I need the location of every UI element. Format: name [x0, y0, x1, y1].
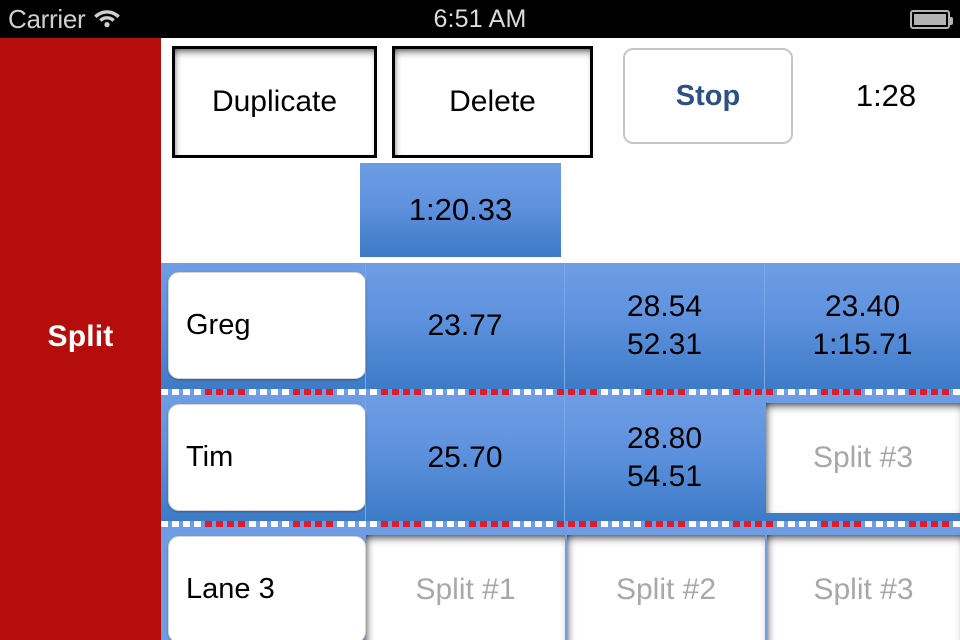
stop-button[interactable]: Stop: [623, 48, 793, 144]
lane-name-cell[interactable]: Tim: [168, 404, 366, 511]
split-cell[interactable]: 23.77: [365, 263, 564, 389]
app-root: Carrier 6:51 AM Split Duplicate Delete S…: [0, 0, 960, 640]
split-lap-time: 25.70: [427, 440, 503, 474]
split-cumulative-time: 52.31: [626, 328, 703, 361]
split-cell[interactable]: 23.40 1:15.71: [764, 263, 960, 389]
status-bar: Carrier 6:51 AM: [0, 0, 960, 38]
status-bar-clock: 6:51 AM: [433, 4, 527, 33]
split-cell-empty[interactable]: Split #3: [767, 535, 960, 640]
split-cumulative-time: 1:15.71: [812, 328, 913, 361]
battery-nub: [950, 16, 953, 25]
lane-name-cell[interactable]: Greg: [168, 272, 366, 379]
duplicate-button[interactable]: Duplicate: [172, 46, 377, 158]
split-cell-empty[interactable]: Split #2: [567, 535, 765, 640]
split-lap-time: 28.54: [626, 289, 703, 323]
table-row: Greg 23.77 28.54 52.31 23.40 1:15.71: [161, 263, 960, 389]
split-placeholder: Split #2: [615, 572, 717, 606]
total-time-row: 1:20.33: [161, 163, 960, 263]
split-placeholder: Split #3: [812, 440, 914, 474]
split-lap-time: 23.40: [824, 289, 901, 323]
split-sidebar[interactable]: Split: [0, 38, 161, 640]
split-cell-empty[interactable]: Split #3: [766, 403, 960, 513]
battery-fill: [914, 13, 946, 25]
lane-name-cell[interactable]: Lane 3: [168, 536, 366, 640]
battery-icon: [910, 9, 953, 29]
toolbar: Duplicate Delete Stop 1:28: [161, 38, 960, 163]
total-time-cell[interactable]: 1:20.33: [360, 163, 561, 257]
splits-table: Greg 23.77 28.54 52.31 23.40 1:15.71 Tim…: [161, 263, 960, 640]
split-placeholder: Split #1: [415, 572, 516, 606]
split-lap-time: 23.77: [427, 308, 503, 342]
split-cell[interactable]: 25.70: [365, 395, 564, 521]
split-sidebar-label: Split: [47, 320, 114, 353]
split-placeholder: Split #3: [813, 572, 914, 606]
split-cumulative-time: 54.51: [626, 460, 703, 493]
table-row: Lane 3 Split #1 Split #2 Split #3: [161, 527, 960, 640]
delete-button[interactable]: Delete: [392, 46, 593, 158]
status-bar-right: [910, 0, 953, 38]
split-cell[interactable]: 28.54 52.31: [564, 263, 764, 389]
table-row: Tim 25.70 28.80 54.51 Split #3: [161, 395, 960, 521]
split-cell[interactable]: 28.80 54.51: [564, 395, 764, 521]
split-lap-time: 28.80: [626, 421, 703, 455]
timer-display: 1:28: [855, 78, 917, 113]
split-cell-empty[interactable]: Split #1: [366, 535, 565, 640]
